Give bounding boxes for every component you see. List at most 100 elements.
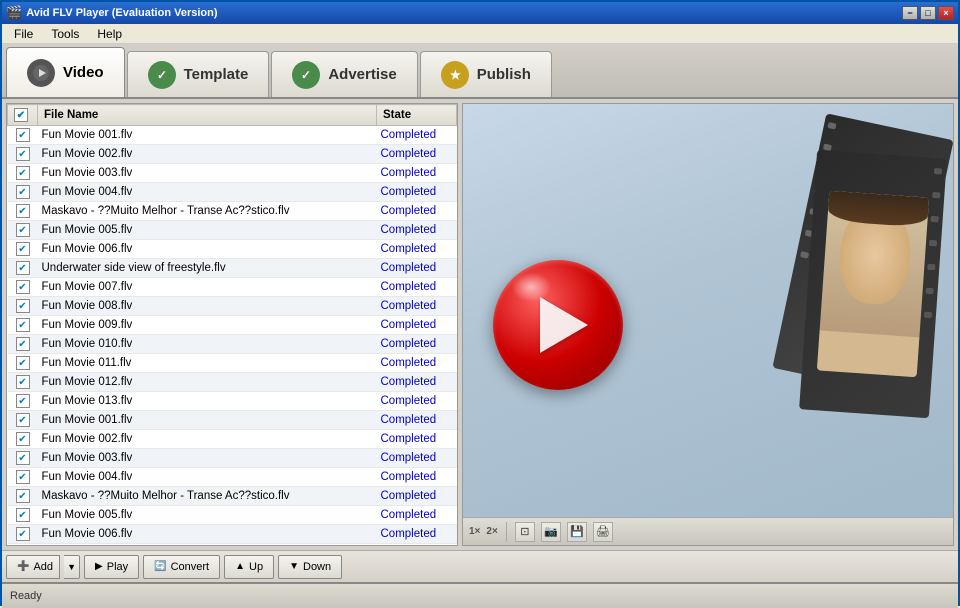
- maximize-button[interactable]: □: [920, 6, 936, 20]
- table-row[interactable]: ✔Maskavo - ??Muito Melhor - Transe Ac??s…: [8, 487, 457, 506]
- row-checkbox[interactable]: ✔: [8, 202, 38, 221]
- row-checkbox[interactable]: ✔: [8, 544, 38, 546]
- row-checkbox[interactable]: ✔: [8, 506, 38, 525]
- checkbox-icon: ✔: [16, 394, 30, 408]
- play-triangle-icon: [540, 297, 588, 353]
- toolbar-separator-1: [506, 522, 507, 542]
- row-checkbox[interactable]: ✔: [8, 240, 38, 259]
- preview-snapshot-button[interactable]: 📷: [541, 522, 561, 542]
- table-row[interactable]: ✔Underwater side view of freestyle.flvCo…: [8, 259, 457, 278]
- table-row[interactable]: ✔Fun Movie 007.flvCompleted: [8, 278, 457, 297]
- row-checkbox[interactable]: ✔: [8, 164, 38, 183]
- zoom-1x-button[interactable]: 1×: [469, 526, 480, 537]
- row-checkbox[interactable]: ✔: [8, 316, 38, 335]
- menu-file[interactable]: File: [6, 25, 41, 43]
- menu-tools[interactable]: Tools: [43, 25, 87, 43]
- table-row[interactable]: ✔Fun Movie 010.flvCompleted: [8, 335, 457, 354]
- tab-template[interactable]: ✓ Template: [127, 51, 270, 97]
- tab-video[interactable]: Video: [6, 47, 125, 97]
- row-state: Completed: [377, 487, 457, 506]
- add-button-label: Add: [33, 561, 53, 573]
- table-row[interactable]: ✔Fun Movie 004.flvCompleted: [8, 468, 457, 487]
- add-button[interactable]: ➕ Add: [6, 555, 60, 579]
- checkbox-icon: ✔: [16, 470, 30, 484]
- tab-advertise[interactable]: ✓ Advertise: [271, 51, 417, 97]
- play-toolbar-button[interactable]: ▶ Play: [84, 555, 139, 579]
- table-row[interactable]: ✔Maskavo - ??Muito Melhor - Transe Ac??s…: [8, 202, 457, 221]
- table-row[interactable]: ✔Fun Movie 006.flvCompleted: [8, 240, 457, 259]
- table-row[interactable]: ✔Fun Movie 011.flvCompleted: [8, 354, 457, 373]
- table-row[interactable]: ✔Fun Movie 003.flvCompleted: [8, 164, 457, 183]
- row-filename: Fun Movie 004.flv: [38, 183, 377, 202]
- row-filename: Fun Movie 002.flv: [38, 430, 377, 449]
- row-checkbox[interactable]: ✔: [8, 468, 38, 487]
- table-row[interactable]: ✔Fun Movie 005.flvCompleted: [8, 506, 457, 525]
- checkbox-icon: ✔: [16, 128, 30, 142]
- preview-panel: 1× 2× ⊡ 📷 💾 🖨: [462, 103, 954, 546]
- tab-publish[interactable]: ★ Publish: [420, 51, 552, 97]
- preview-toolbar: 1× 2× ⊡ 📷 💾 🖨: [463, 517, 953, 545]
- down-button-label: Down: [303, 561, 331, 573]
- row-filename: Fun Movie 001.flv: [38, 126, 377, 145]
- up-button[interactable]: ▲ Up: [224, 555, 274, 579]
- row-checkbox[interactable]: ✔: [8, 183, 38, 202]
- close-button[interactable]: ×: [938, 6, 954, 20]
- minimize-button[interactable]: −: [902, 6, 918, 20]
- zoom-2x-button[interactable]: 2×: [486, 526, 497, 537]
- menubar: File Tools Help: [2, 24, 958, 44]
- row-checkbox[interactable]: ✔: [8, 354, 38, 373]
- row-checkbox[interactable]: ✔: [8, 430, 38, 449]
- preview-save-button[interactable]: 💾: [567, 522, 587, 542]
- row-checkbox[interactable]: ✔: [8, 126, 38, 145]
- preview-fit-button[interactable]: ⊡: [515, 522, 535, 542]
- row-checkbox[interactable]: ✔: [8, 411, 38, 430]
- row-checkbox[interactable]: ✔: [8, 525, 38, 544]
- row-checkbox[interactable]: ✔: [8, 278, 38, 297]
- row-checkbox[interactable]: ✔: [8, 297, 38, 316]
- table-row[interactable]: ✔Fun Movie 005.flvCompleted: [8, 221, 457, 240]
- convert-button[interactable]: 🔄 Convert: [143, 555, 220, 579]
- table-row[interactable]: ✔Fun Movie 006.flvCompleted: [8, 525, 457, 544]
- row-filename: Fun Movie 003.flv: [38, 164, 377, 183]
- table-row[interactable]: ✔Fun Movie 004.flvCompleted: [8, 183, 457, 202]
- row-state: Completed: [377, 221, 457, 240]
- file-list-table: ✔ File Name State ✔Fun Movie 001.flvComp…: [7, 104, 457, 545]
- tab-publish-label: Publish: [477, 66, 531, 83]
- table-row[interactable]: ✔Fun Movie 008.flvCompleted: [8, 297, 457, 316]
- table-row[interactable]: ✔Underwater side view of freestyle.flvCo…: [8, 544, 457, 546]
- convert-icon: 🔄: [154, 561, 166, 572]
- table-row[interactable]: ✔Fun Movie 002.flvCompleted: [8, 430, 457, 449]
- row-checkbox[interactable]: ✔: [8, 487, 38, 506]
- table-row[interactable]: ✔Fun Movie 003.flvCompleted: [8, 449, 457, 468]
- row-checkbox[interactable]: ✔: [8, 335, 38, 354]
- row-checkbox[interactable]: ✔: [8, 449, 38, 468]
- table-row[interactable]: ✔Fun Movie 012.flvCompleted: [8, 373, 457, 392]
- row-checkbox[interactable]: ✔: [8, 373, 38, 392]
- row-checkbox[interactable]: ✔: [8, 221, 38, 240]
- preview-print-button[interactable]: 🖨: [593, 522, 613, 542]
- row-filename: Fun Movie 008.flv: [38, 297, 377, 316]
- file-list-body: ✔Fun Movie 001.flvCompleted✔Fun Movie 00…: [8, 126, 457, 546]
- menu-help[interactable]: Help: [89, 25, 130, 43]
- table-row[interactable]: ✔Fun Movie 002.flvCompleted: [8, 145, 457, 164]
- play-button[interactable]: [493, 260, 623, 390]
- checkbox-icon: ✔: [16, 356, 30, 370]
- row-checkbox[interactable]: ✔: [8, 392, 38, 411]
- svg-text:★: ★: [450, 68, 461, 82]
- table-row[interactable]: ✔Fun Movie 013.flvCompleted: [8, 392, 457, 411]
- add-dropdown-button[interactable]: ▼: [64, 555, 80, 579]
- row-state: Completed: [377, 449, 457, 468]
- row-checkbox[interactable]: ✔: [8, 145, 38, 164]
- col-state: State: [377, 105, 457, 126]
- table-row[interactable]: ✔Fun Movie 001.flvCompleted: [8, 126, 457, 145]
- table-row[interactable]: ✔Fun Movie 009.flvCompleted: [8, 316, 457, 335]
- row-checkbox[interactable]: ✔: [8, 259, 38, 278]
- row-filename: Fun Movie 007.flv: [38, 278, 377, 297]
- row-filename: Fun Movie 003.flv: [38, 449, 377, 468]
- row-filename: Fun Movie 005.flv: [38, 506, 377, 525]
- play-toolbar-icon: ▶: [95, 561, 103, 572]
- table-row[interactable]: ✔Fun Movie 001.flvCompleted: [8, 411, 457, 430]
- file-table[interactable]: ✔ File Name State ✔Fun Movie 001.flvComp…: [7, 104, 457, 545]
- header-checkbox[interactable]: ✔: [14, 108, 28, 122]
- down-button[interactable]: ▼ Down: [278, 555, 342, 579]
